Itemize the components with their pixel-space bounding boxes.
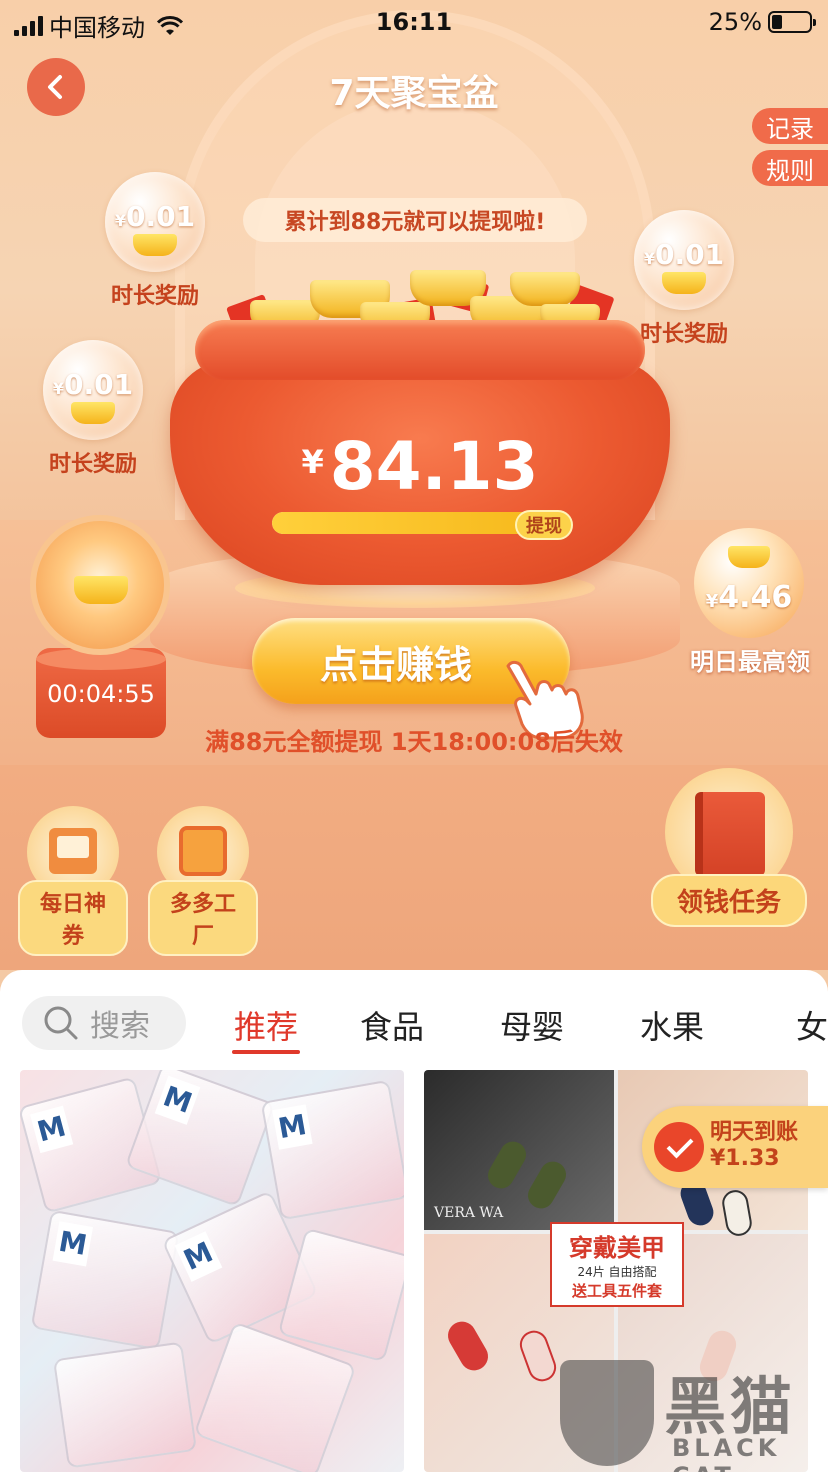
watermark-cn: 黑猫	[664, 1370, 797, 1443]
tasks-entry[interactable]: 领钱任务	[650, 768, 808, 927]
records-tab[interactable]: 记录	[752, 108, 828, 144]
battery-icon	[768, 11, 816, 33]
search-placeholder: 搜索	[90, 1009, 150, 1044]
brand-text: VERA WA	[434, 1205, 504, 1221]
tomorrow-max-label: 明日最高领	[690, 648, 810, 676]
tasks-label: 领钱任务	[651, 874, 807, 927]
product-promo: 送工具五件套	[571, 1282, 662, 1300]
tab-baby[interactable]: 母婴	[462, 996, 602, 1056]
factory-entry[interactable]: 多多工厂	[148, 806, 258, 956]
watermark-en: BLACK CAT	[672, 1434, 781, 1472]
reward-orb: ¥0.01	[43, 340, 143, 440]
daily-coupon-label: 每日神券	[18, 880, 128, 956]
tab-fruit[interactable]: 水果	[602, 996, 742, 1056]
treasure-pot[interactable]: ¥84.13 提现	[160, 260, 680, 600]
category-tabs: 推荐 食品 母婴 水果 女	[210, 996, 828, 1056]
search-icon	[44, 1006, 78, 1040]
pot-amount: 84.13	[329, 428, 539, 505]
tab-women[interactable]: 女	[742, 996, 828, 1056]
product-promo-box: 穿戴美甲 24片 自由搭配 送工具五件套	[550, 1222, 684, 1307]
check-icon	[654, 1122, 704, 1172]
clock: 16:11	[375, 8, 453, 36]
factory-label: 多多工厂	[148, 880, 258, 956]
page-title: 7天聚宝盆	[329, 73, 499, 114]
tab-food[interactable]: 食品	[322, 996, 462, 1056]
expiry-notice: 满88元全额提现 1天18:00:08后失效	[205, 728, 623, 756]
book-icon	[695, 792, 765, 876]
payout-line1: 明天到账	[710, 1120, 799, 1145]
timer-countdown: 00:04:55	[47, 680, 155, 708]
reward-orb: ¥0.01	[105, 172, 205, 272]
gold-ingot-icon	[74, 576, 128, 604]
tab-recommended[interactable]: 推荐	[210, 996, 322, 1056]
product-subtitle: 24片 自由搭配	[577, 1265, 657, 1279]
daily-coupon-entry[interactable]: 每日神券	[18, 806, 128, 956]
gold-ingot-icon	[728, 546, 770, 568]
timer-orb[interactable]	[30, 515, 170, 655]
payout-floating-tag[interactable]: 明天到账 ¥1.33	[642, 1106, 828, 1188]
reward-amount: ¥0.01	[52, 368, 134, 401]
factory-icon	[179, 826, 227, 876]
reward-amount: ¥0.01	[114, 200, 196, 233]
payout-line2: ¥1.33	[710, 1146, 780, 1171]
withdraw-tag[interactable]: 提现	[515, 510, 573, 540]
gold-ingot-icon	[133, 234, 177, 256]
status-bar: 中国移动 16:11 25%	[0, 0, 828, 42]
coupon-icon	[49, 828, 97, 874]
product-card[interactable]: M M M M M	[20, 1070, 404, 1472]
watermark-logo: 黑猫 BLACK CAT	[560, 1352, 828, 1472]
battery-percent: 25%	[708, 8, 762, 36]
search-box[interactable]: 搜索	[22, 996, 186, 1050]
battery-group: 25%	[708, 8, 816, 36]
reward-bubble[interactable]: ¥0.01 时长奖励	[41, 340, 145, 478]
pot-currency: ¥	[301, 443, 324, 481]
tomorrow-max-orb[interactable]: ¥4.46	[694, 528, 804, 638]
rules-tab[interactable]: 规则	[752, 150, 828, 186]
gold-ingot-icon	[71, 402, 115, 424]
pot-rim	[195, 320, 645, 380]
tomorrow-max-amount: ¥4.46	[705, 580, 793, 615]
product-title: 穿戴美甲	[569, 1234, 665, 1262]
reward-label: 时长奖励	[48, 452, 137, 477]
pot-balance: ¥84.13	[160, 428, 680, 505]
goal-banner: 累计到88元就可以提现啦!	[243, 198, 587, 242]
cat-shield-icon	[560, 1360, 654, 1466]
